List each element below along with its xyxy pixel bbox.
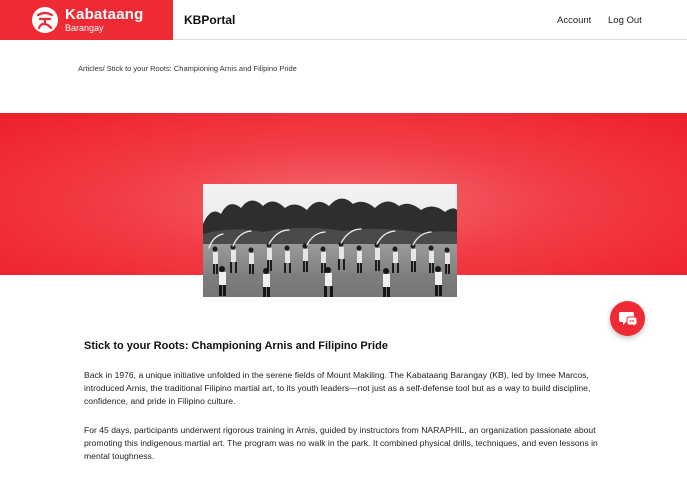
portal-title: KBPortal bbox=[184, 13, 236, 27]
breadcrumb: Articles/ Stick to your Roots: Championi… bbox=[78, 64, 297, 73]
brand-logo-block[interactable]: Kabataang Barangay bbox=[0, 0, 173, 40]
article-paragraph: For 45 days, participants underwent rigo… bbox=[84, 425, 598, 462]
top-navbar: Kabataang Barangay KBPortal Account Log … bbox=[0, 0, 687, 40]
brand-subtitle: Barangay bbox=[65, 23, 104, 33]
brand-name: Kabataang bbox=[65, 6, 144, 23]
logout-link[interactable]: Log Out bbox=[608, 15, 642, 26]
kabataang-barangay-logo-icon bbox=[32, 7, 58, 33]
article-paragraph: Back in 1976, a unique initiative unfold… bbox=[84, 370, 591, 407]
breadcrumb-articles-link[interactable]: Articles/ bbox=[78, 64, 105, 73]
arnis-training-photo bbox=[203, 184, 457, 297]
arnis-training-photo-icon bbox=[203, 184, 457, 297]
breadcrumb-current: Stick to your Roots: Championing Arnis a… bbox=[104, 64, 297, 73]
account-link[interactable]: Account bbox=[557, 15, 591, 26]
article-title: Stick to your Roots: Championing Arnis a… bbox=[84, 340, 388, 352]
chat-button[interactable] bbox=[610, 301, 645, 336]
brand-text: Kabataang Barangay bbox=[65, 7, 144, 33]
chat-bubble-icon bbox=[618, 311, 637, 328]
